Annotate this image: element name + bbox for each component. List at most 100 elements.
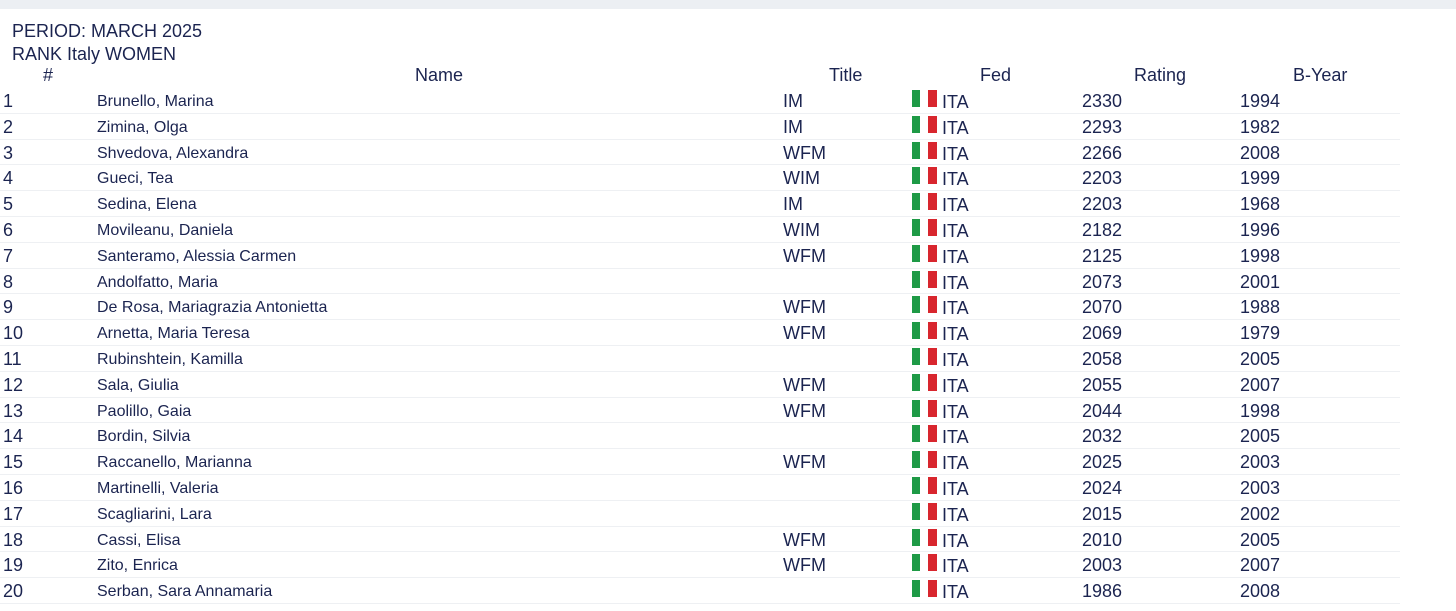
column-header-title[interactable]: Title — [829, 65, 862, 86]
player-name-link[interactable]: Sala, Giulia — [97, 377, 179, 395]
federation-cell: ITA — [942, 504, 969, 525]
player-name-link[interactable]: Brunello, Marina — [97, 93, 214, 111]
player-name-link[interactable]: Shvedova, Alexandra — [97, 145, 248, 163]
player-name-link[interactable]: Martinelli, Valeria — [97, 480, 219, 498]
table-row: 20 Serban, Sara Annamaria ITA 1986 2008 — [0, 578, 1400, 604]
italy-flag-icon — [912, 115, 937, 133]
rank-cell: 15 — [3, 452, 24, 473]
italy-flag-icon — [912, 90, 937, 107]
table-row: 1 Brunello, Marina IM ITA 2330 1994 — [0, 88, 1400, 114]
column-header-rating[interactable]: Rating — [1134, 65, 1186, 86]
federation-cell: ITA — [942, 453, 969, 474]
player-name-link[interactable]: Santeramo, Alessia Carmen — [97, 248, 296, 266]
rank-cell: 3 — [3, 142, 14, 163]
player-name-link[interactable]: Paolillo, Gaia — [97, 403, 191, 421]
rank-cell: 1 — [3, 91, 14, 111]
title-cell: WFM — [783, 374, 826, 395]
italy-flag-icon — [912, 476, 937, 494]
federation-cell: ITA — [942, 427, 969, 448]
rating-cell: 1986 — [1082, 581, 1123, 602]
title-cell: IM — [783, 116, 803, 137]
rank-cell: 14 — [3, 426, 24, 447]
birth-year-cell: 1998 — [1240, 400, 1281, 421]
player-name-link[interactable]: Sedina, Elena — [97, 196, 197, 214]
birth-year-cell: 2002 — [1240, 503, 1281, 524]
birth-year-cell: 1999 — [1240, 168, 1281, 189]
birth-year-cell: 2007 — [1240, 374, 1281, 395]
table-row: 14 Bordin, Silvia ITA 2032 2005 — [0, 423, 1400, 450]
title-cell: WFM — [783, 555, 826, 576]
rank-cell: 4 — [3, 168, 14, 189]
table-row: 15 Raccanello, Marianna WFM ITA 2025 2003 — [0, 449, 1400, 475]
player-name-link[interactable]: Arnetta, Maria Teresa — [97, 325, 250, 343]
player-name-link[interactable]: Zimina, Olga — [97, 119, 188, 137]
player-name-link[interactable]: Scagliarini, Lara — [97, 506, 212, 524]
player-name-link[interactable]: De Rosa, Mariagrazia Antonietta — [97, 299, 327, 317]
birth-year-cell: 2008 — [1240, 581, 1281, 602]
column-header-rank[interactable]: # — [43, 65, 53, 86]
ranking-header: PERIOD: MARCH 2025 RANK Italy WOMEN — [12, 20, 202, 66]
federation-cell: ITA — [942, 117, 969, 138]
title-cell: WFM — [783, 529, 826, 550]
birth-year-cell: 2003 — [1240, 452, 1281, 473]
player-name-link[interactable]: Movileanu, Daniela — [97, 222, 233, 240]
player-name-link[interactable]: Bordin, Silvia — [97, 428, 190, 446]
table-row: 10 Arnetta, Maria Teresa WFM ITA 2069 1979 — [0, 320, 1400, 346]
title-cell: WFM — [783, 323, 826, 344]
title-cell: WFM — [783, 142, 826, 163]
rank-cell: 13 — [3, 400, 24, 421]
birth-year-cell: 1979 — [1240, 323, 1281, 344]
rating-cell: 2055 — [1082, 374, 1123, 395]
player-name-link[interactable]: Andolfatto, Maria — [97, 274, 218, 292]
italy-flag-icon — [912, 244, 937, 262]
title-cell: WFM — [783, 452, 826, 473]
rating-cell: 2010 — [1082, 529, 1123, 550]
column-header-name[interactable]: Name — [415, 65, 463, 86]
player-name-link[interactable]: Serban, Sara Annamaria — [97, 583, 272, 601]
table-row: 6 Movileanu, Daniela WIM ITA 2182 1996 — [0, 217, 1400, 243]
player-name-link[interactable]: Cassi, Elisa — [97, 532, 181, 550]
table-row: 4 Gueci, Tea WIM ITA 2203 1999 — [0, 165, 1400, 192]
rank-cell: 18 — [3, 529, 24, 550]
federation-cell: ITA — [942, 195, 969, 216]
rank-cell: 7 — [3, 245, 14, 266]
italy-flag-icon — [912, 373, 937, 391]
federation-cell: ITA — [942, 478, 969, 499]
title-cell: IM — [783, 194, 803, 215]
rank-cell: 11 — [3, 348, 22, 369]
column-header-byear[interactable]: B-Year — [1293, 65, 1347, 86]
rating-cell: 2058 — [1082, 348, 1123, 369]
rank-cell: 20 — [3, 581, 24, 602]
italy-flag-icon — [912, 270, 937, 288]
rating-cell: 2182 — [1082, 219, 1123, 240]
player-name-link[interactable]: Zito, Enrica — [97, 557, 178, 575]
italy-flag-icon — [912, 347, 937, 365]
ranking-table: 1 Brunello, Marina IM ITA 2330 1994 2 Zimina, O… — [0, 88, 1400, 604]
federation-cell: ITA — [942, 143, 969, 164]
birth-year-cell: 2005 — [1240, 348, 1281, 369]
table-row: 3 Shvedova, Alexandra WFM ITA 2266 2008 — [0, 140, 1400, 166]
federation-cell: ITA — [942, 401, 969, 422]
column-header-fed[interactable]: Fed — [980, 65, 1011, 86]
rating-cell: 2044 — [1082, 400, 1123, 421]
rank-cell: 2 — [3, 116, 14, 137]
birth-year-cell: 1988 — [1240, 297, 1281, 318]
rating-cell: 2025 — [1082, 452, 1123, 473]
table-row: 19 Zito, Enrica WFM ITA 2003 2007 — [0, 552, 1400, 579]
italy-flag-icon — [912, 528, 937, 546]
federation-cell: ITA — [942, 92, 969, 112]
birth-year-cell: 2007 — [1240, 555, 1281, 576]
birth-year-cell: 2005 — [1240, 529, 1281, 550]
title-cell: WFM — [783, 245, 826, 266]
birth-year-cell: 2003 — [1240, 477, 1281, 498]
rating-cell: 2032 — [1082, 426, 1123, 447]
top-strip — [0, 0, 1456, 9]
table-row: 2 Zimina, Olga IM ITA 2293 1982 — [0, 114, 1400, 140]
table-row: 13 Paolillo, Gaia WFM ITA 2044 1998 — [0, 398, 1400, 424]
player-name-link[interactable]: Rubinshtein, Kamilla — [97, 351, 243, 369]
birth-year-cell: 1968 — [1240, 194, 1281, 215]
player-name-link[interactable]: Gueci, Tea — [97, 170, 173, 188]
player-name-link[interactable]: Raccanello, Marianna — [97, 454, 252, 472]
rating-cell: 2330 — [1082, 91, 1123, 111]
title-cell: WFM — [783, 297, 826, 318]
